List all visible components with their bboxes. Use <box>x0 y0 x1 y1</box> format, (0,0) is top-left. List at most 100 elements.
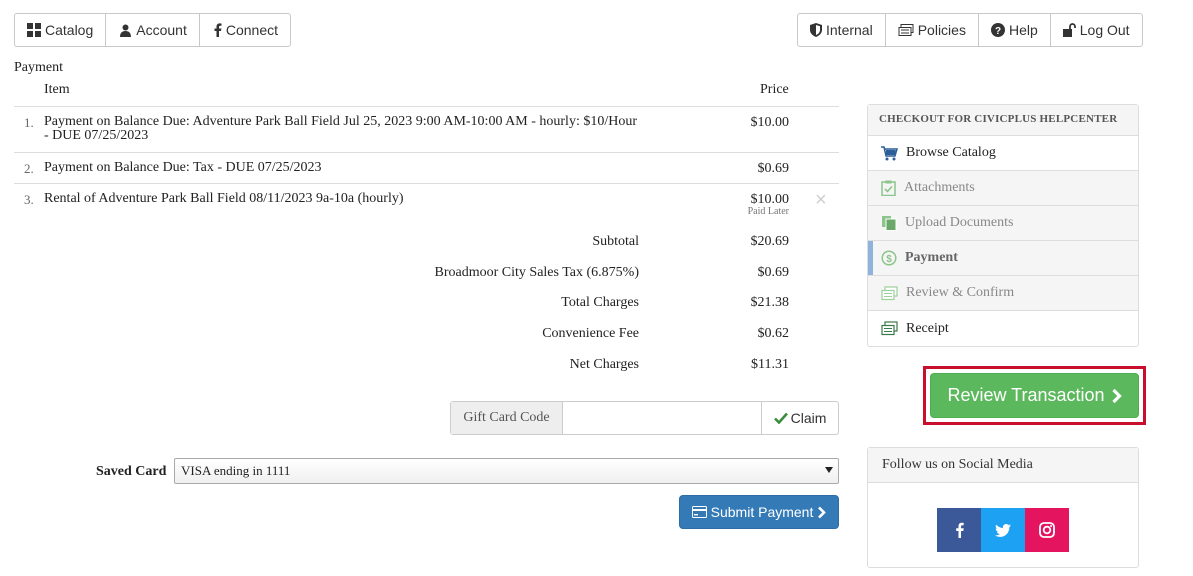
policies-label: Policies <box>917 22 966 38</box>
step-label: Payment <box>905 250 958 265</box>
account-nav-button[interactable]: Account <box>106 14 200 46</box>
row-description: Payment on Balance Due: Adventure Park B… <box>44 114 637 143</box>
money-icon <box>881 285 898 301</box>
chevron-down-icon <box>825 467 833 473</box>
review-transaction-label: Review Transaction <box>947 385 1105 405</box>
saved-card-value: VISA ending in 1111 <box>181 463 291 478</box>
step-browse-catalog[interactable]: Browse Catalog <box>868 136 1138 171</box>
svg-text:$: $ <box>886 254 892 265</box>
step-label: Upload Documents <box>905 215 1014 230</box>
total-label: Convenience Fee <box>542 326 639 341</box>
step-attachments[interactable]: Attachments <box>868 171 1138 206</box>
total-row-subtotal: Subtotal $20.69 <box>14 234 839 254</box>
instagram-link[interactable] <box>1025 508 1069 552</box>
table-header: Item Price <box>14 80 839 107</box>
question-icon: ? <box>990 23 1005 37</box>
dollar-circle-icon: $ <box>881 250 897 266</box>
check-icon <box>773 412 788 424</box>
submit-payment-label: Submit Payment <box>710 504 814 520</box>
saved-card-label: Saved Card <box>96 464 167 479</box>
review-transaction-button[interactable]: Review Transaction <box>930 373 1139 418</box>
row-number: 1. <box>24 115 34 130</box>
gift-card-input[interactable] <box>563 402 761 434</box>
total-value: $0.62 <box>757 326 790 341</box>
total-row-net-charges: Net Charges $11.31 <box>14 357 839 377</box>
checkout-title: CHECKOUT FOR CIVICPLUS HELPCENTER <box>868 105 1138 136</box>
row-number: 3. <box>24 192 34 207</box>
total-value: $20.69 <box>750 234 790 249</box>
connect-label: Connect <box>225 22 279 38</box>
total-row-tax: Broadmoor City Sales Tax (6.875%) $0.69 <box>14 265 839 285</box>
nav-right-group: Internal Policies ? Help Log Out <box>797 13 1143 47</box>
gift-card-group: Gift Card Code Claim <box>450 401 839 435</box>
payment-section-label: Payment <box>14 60 63 75</box>
step-upload-documents[interactable]: Upload Documents <box>868 206 1138 241</box>
row-description: Rental of Adventure Park Ball Field 08/1… <box>44 191 404 206</box>
total-label: Subtotal <box>592 234 639 249</box>
payment-table: Item Price 1. Payment on Balance Due: Ad… <box>14 80 839 224</box>
col-price-header: Price <box>760 82 789 97</box>
gift-card-label: Gift Card Code <box>451 402 563 434</box>
claim-button[interactable]: Claim <box>761 402 838 434</box>
total-label: Broadmoor City Sales Tax (6.875%) <box>434 265 639 280</box>
instagram-icon <box>1039 522 1055 538</box>
logout-nav-button[interactable]: Log Out <box>1051 14 1142 46</box>
account-label: Account <box>136 22 187 38</box>
total-value: $11.31 <box>751 357 789 372</box>
help-nav-button[interactable]: ? Help <box>979 14 1051 46</box>
facebook-link[interactable] <box>937 508 981 552</box>
chevron-right-icon <box>817 506 827 519</box>
total-value: $0.69 <box>757 265 790 280</box>
clipboard-check-icon <box>881 180 896 196</box>
step-label: Review & Confirm <box>906 285 1015 300</box>
col-item-header: Item <box>44 82 70 97</box>
remove-item-icon[interactable]: × <box>815 189 827 212</box>
row-price: $10.00 <box>750 115 790 130</box>
paid-later-note: Paid Later <box>747 206 789 217</box>
social-title: Follow us on Social Media <box>868 448 1138 483</box>
catalog-nav-button[interactable]: Catalog <box>15 14 107 46</box>
submit-payment-button[interactable]: Submit Payment <box>679 495 839 529</box>
step-payment[interactable]: $ Payment <box>868 241 1138 276</box>
total-row-total-charges: Total Charges $21.38 <box>14 295 839 315</box>
money-icon <box>898 23 914 37</box>
documents-icon <box>881 215 897 231</box>
nav-left-group: Catalog Account Connect <box>14 13 292 47</box>
internal-nav-button[interactable]: Internal <box>798 14 886 46</box>
total-value: $21.38 <box>750 295 790 310</box>
table-row: 1. Payment on Balance Due: Adventure Par… <box>14 107 839 153</box>
twitter-link[interactable] <box>981 508 1025 552</box>
row-number: 2. <box>24 161 34 176</box>
claim-label: Claim <box>790 410 827 426</box>
user-icon <box>119 24 132 37</box>
unlock-icon <box>1062 23 1076 37</box>
money-icon <box>881 321 898 336</box>
logout-label: Log Out <box>1079 22 1130 38</box>
catalog-label: Catalog <box>45 22 94 38</box>
step-receipt[interactable]: Receipt <box>868 311 1138 346</box>
twitter-icon <box>995 523 1011 537</box>
grid-icon <box>27 23 41 37</box>
table-row: 2. Payment on Balance Due: Tax - DUE 07/… <box>14 153 839 184</box>
saved-card-select[interactable]: VISA ending in 1111 <box>174 458 839 484</box>
total-row-convenience-fee: Convenience Fee $0.62 <box>14 326 839 346</box>
shield-icon <box>810 23 822 37</box>
step-label: Browse Catalog <box>906 145 996 160</box>
checkout-panel: CHECKOUT FOR CIVICPLUS HELPCENTER Browse… <box>867 104 1139 347</box>
step-review-confirm[interactable]: Review & Confirm <box>868 276 1138 311</box>
cart-icon <box>881 145 898 161</box>
social-icons <box>937 508 1069 552</box>
row-description: Payment on Balance Due: Tax - DUE 07/25/… <box>44 160 322 175</box>
total-label: Net Charges <box>569 357 639 372</box>
facebook-icon <box>213 23 222 37</box>
table-row: 3. Rental of Adventure Park Ball Field 0… <box>14 184 839 224</box>
svg-text:?: ? <box>995 26 1001 37</box>
credit-card-icon <box>691 506 707 518</box>
connect-nav-button[interactable]: Connect <box>200 14 290 46</box>
social-media-panel: Follow us on Social Media <box>867 447 1139 568</box>
chevron-right-icon <box>1111 388 1122 404</box>
row-price: $0.69 <box>757 161 790 176</box>
step-label: Attachments <box>904 180 975 195</box>
policies-nav-button[interactable]: Policies <box>886 14 979 46</box>
internal-label: Internal <box>826 22 873 38</box>
